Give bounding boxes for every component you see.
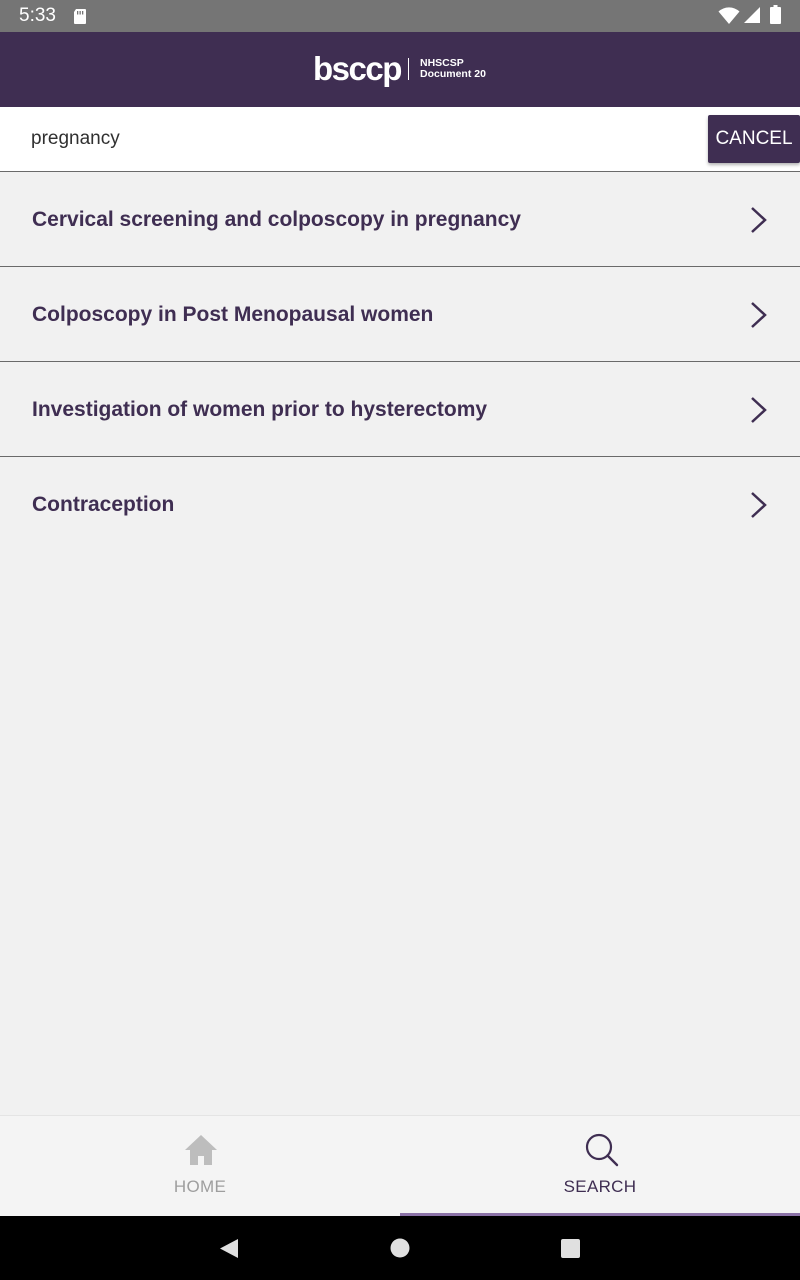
chevron-right-icon: [751, 397, 767, 423]
search-input[interactable]: [0, 107, 700, 171]
result-item[interactable]: Cervical screening and colposcopy in pre…: [0, 172, 800, 267]
search-bar: CANCEL: [0, 107, 800, 172]
battery-icon: [770, 5, 781, 24]
search-results-list: Cervical screening and colposcopy in pre…: [0, 172, 800, 552]
search-icon: [585, 1133, 619, 1167]
result-item[interactable]: Contraception: [0, 457, 800, 552]
result-item-label: Investigation of women prior to hysterec…: [32, 398, 488, 421]
logo-subtitle: NHSCSP Document 20: [420, 58, 486, 80]
result-item-label: Cervical screening and colposcopy in pre…: [32, 208, 521, 231]
logo-divider: [408, 58, 409, 80]
back-icon[interactable]: [219, 1238, 239, 1259]
result-item-label: Colposcopy in Post Menopausal women: [32, 303, 434, 326]
tab-search[interactable]: SEARCH: [400, 1116, 800, 1216]
chevron-right-icon: [751, 302, 767, 328]
logo-subtitle-line2: Document 20: [420, 68, 486, 80]
bottom-nav: HOME SEARCH: [0, 1115, 800, 1217]
result-item-label: Contraception: [32, 493, 175, 516]
result-item[interactable]: Colposcopy in Post Menopausal women: [0, 267, 800, 362]
home-icon: [185, 1135, 217, 1165]
tab-home[interactable]: HOME: [0, 1116, 400, 1216]
recents-icon[interactable]: [561, 1239, 580, 1258]
app-header: bsccp NHSCSP Document 20: [0, 32, 800, 107]
signal-icon: [744, 7, 760, 23]
chevron-right-icon: [751, 207, 767, 233]
status-bar: 5:33: [0, 0, 800, 32]
home-icon[interactable]: [390, 1238, 410, 1258]
tab-search-label: SEARCH: [563, 1177, 637, 1196]
sd-card-icon: [74, 9, 86, 24]
tab-home-label: HOME: [173, 1177, 227, 1196]
chevron-right-icon: [751, 492, 767, 518]
result-item[interactable]: Investigation of women prior to hysterec…: [0, 362, 800, 457]
wifi-icon: [718, 7, 740, 24]
status-time: 5:33: [19, 5, 56, 26]
cancel-button[interactable]: CANCEL: [708, 115, 800, 163]
system-nav-bar: [0, 1216, 800, 1280]
bsccp-logo: bsccp: [313, 50, 402, 87]
